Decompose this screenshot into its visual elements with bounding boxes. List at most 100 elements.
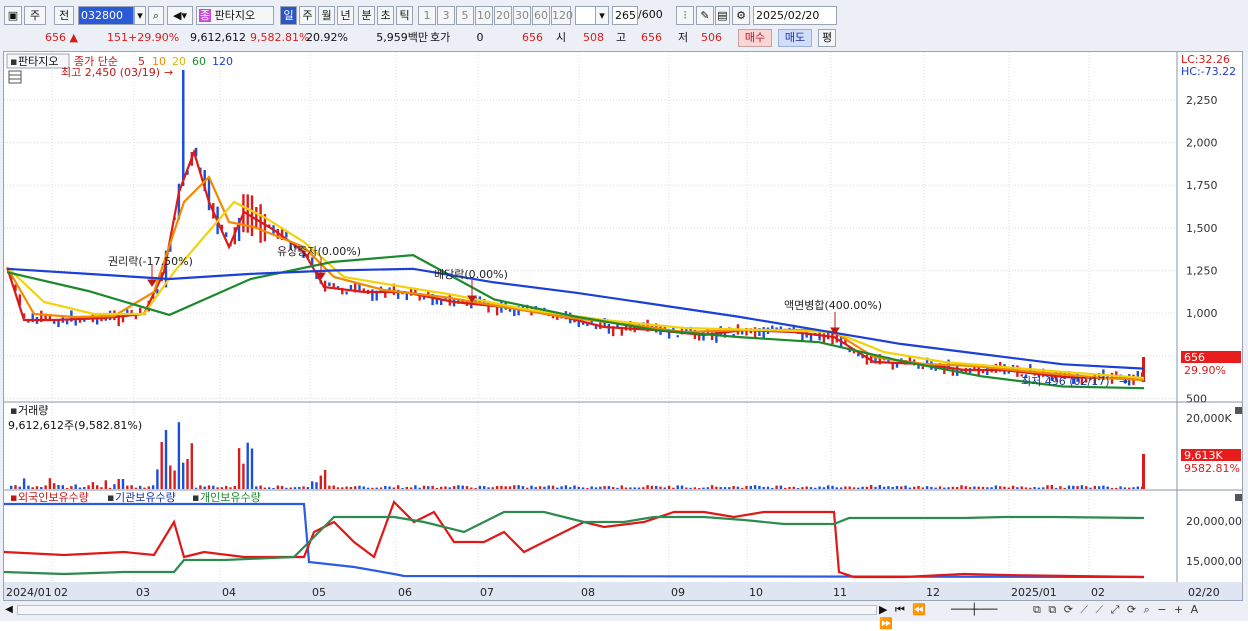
period-month[interactable]: 월 xyxy=(318,6,335,25)
volume-bar xyxy=(590,486,593,489)
candle-icon[interactable]: ⫶ xyxy=(676,6,694,25)
volume-bar xyxy=(139,485,142,489)
price-axis-tick: 1,250 xyxy=(1186,265,1218,278)
volume-bar xyxy=(1050,485,1053,489)
minute-30[interactable]: 30 xyxy=(513,6,531,25)
volume-bar xyxy=(495,486,499,489)
volume-bar xyxy=(891,487,894,489)
volume-bar xyxy=(1115,487,1118,489)
volume-bar xyxy=(285,487,288,489)
count-input[interactable]: 265 xyxy=(612,6,638,25)
x-axis-label: 2024/01 xyxy=(6,586,52,599)
panel-close-icon[interactable] xyxy=(1235,407,1242,414)
chevron-down-icon[interactable]: ▾ xyxy=(134,6,146,25)
scroll-buttons[interactable]: ▶ ⏮ ⏪ ⏩ xyxy=(879,603,943,630)
volume-bar xyxy=(1123,487,1127,489)
volume-bar xyxy=(470,487,473,489)
volume-bar xyxy=(203,486,206,489)
draw-tool-icon[interactable]: ✎ xyxy=(696,6,714,25)
volume-bar xyxy=(921,487,924,489)
speaker-icon[interactable]: ◀▾ xyxy=(167,6,193,25)
period-day[interactable]: 일 xyxy=(280,6,297,25)
square-icon: ▪ xyxy=(10,404,17,417)
chart-area[interactable]: 2,2502,0001,7501,5001,2501,000750500 LC:… xyxy=(3,51,1248,601)
volume-bar xyxy=(1037,487,1041,489)
period-year[interactable]: 년 xyxy=(337,6,354,25)
volume-bar xyxy=(693,487,697,489)
volume-bar xyxy=(710,485,714,489)
volume-bar xyxy=(323,469,327,489)
tool-icons[interactable]: ⧉ ⧉ ⟳ ⟋ ⟋ ⤢ ⟳ ⌕ − + A xyxy=(1033,603,1239,617)
change-value: 151 xyxy=(107,31,128,44)
minute-1[interactable]: 1 xyxy=(418,6,436,25)
save-icon[interactable]: ▤ xyxy=(715,6,730,25)
volume-bar xyxy=(771,487,774,489)
volume-bar xyxy=(401,488,404,489)
minute-3[interactable]: 3 xyxy=(437,6,455,25)
panel-close-icon[interactable] xyxy=(1235,494,1242,501)
volume-bar xyxy=(83,487,86,489)
volume-bar xyxy=(818,486,821,489)
price-axis-tick: 1,000 xyxy=(1186,307,1218,320)
volume-bar xyxy=(1089,487,1092,489)
volume-bar xyxy=(328,485,331,489)
volume-bar xyxy=(491,487,494,489)
price-axis-tick: 2,250 xyxy=(1186,94,1218,107)
table-icon[interactable] xyxy=(8,70,22,84)
holdings-axis-tick: 15,000,000 xyxy=(1186,555,1242,568)
stock-name-box[interactable]: 종 판타지오 xyxy=(196,6,274,25)
market-select[interactable]: 주 xyxy=(24,6,46,25)
code-input[interactable]: 032800 xyxy=(78,6,134,25)
volume-bar xyxy=(642,487,645,489)
prev-button[interactable]: 전 xyxy=(54,6,74,25)
volume-bar xyxy=(1110,487,1114,489)
x-axis-label: 05 xyxy=(312,586,326,599)
chevron-down-icon[interactable]: ▾ xyxy=(595,6,609,25)
minute-60[interactable]: 60 xyxy=(532,6,550,25)
minute-5[interactable]: 5 xyxy=(456,6,474,25)
volume-bar xyxy=(538,486,542,489)
volume-bar xyxy=(560,486,563,489)
period-minute[interactable]: 분 xyxy=(358,6,375,25)
zoom-slider[interactable]: ───┼─── xyxy=(951,603,1031,617)
gear-icon[interactable]: ⚙ xyxy=(732,6,750,25)
volume-bar xyxy=(246,442,249,489)
layout-icon[interactable]: ▣ xyxy=(4,6,22,25)
period-second[interactable]: 초 xyxy=(377,6,394,25)
volume-bar xyxy=(973,486,976,489)
open-price: 508 xyxy=(583,31,604,44)
volume-bar xyxy=(405,486,408,489)
volume-bar xyxy=(375,487,378,489)
search-icon[interactable]: ⌕ xyxy=(148,6,164,25)
period-tick[interactable]: 틱 xyxy=(396,6,413,25)
volume-bar xyxy=(852,487,856,489)
volume-bar xyxy=(190,443,193,489)
high-price: 656 xyxy=(641,31,662,44)
date-input[interactable]: 2025/02/20 xyxy=(753,6,837,25)
minute-120[interactable]: 120 xyxy=(551,6,573,25)
volume-bar xyxy=(839,487,843,489)
volume-bar xyxy=(543,486,546,489)
volume-bar xyxy=(715,486,718,489)
volume-bar xyxy=(925,486,929,489)
minute-10[interactable]: 10 xyxy=(475,6,493,25)
sell-button[interactable]: 매도 xyxy=(778,29,812,47)
volume-bar xyxy=(311,481,314,489)
volume-bar xyxy=(242,463,245,489)
x-axis-label: 03 xyxy=(136,586,150,599)
minute-20[interactable]: 20 xyxy=(494,6,512,25)
hoga-price: 656 xyxy=(522,31,543,44)
period-week[interactable]: 주 xyxy=(299,6,316,25)
volume-bar xyxy=(341,487,344,489)
volume-bar xyxy=(130,485,133,489)
scrollbar-track[interactable] xyxy=(17,605,877,615)
volume-bar xyxy=(1063,487,1066,489)
eval-button[interactable]: 평 xyxy=(818,29,836,47)
volume-bar xyxy=(526,487,529,489)
square-icon: ▪ xyxy=(10,55,17,68)
buy-button[interactable]: 매수 xyxy=(738,29,772,47)
volume-bar xyxy=(586,487,589,489)
scroll-left-icon[interactable]: ◀ xyxy=(3,604,15,616)
volume-bar xyxy=(10,485,13,489)
volume-bar xyxy=(354,486,357,489)
